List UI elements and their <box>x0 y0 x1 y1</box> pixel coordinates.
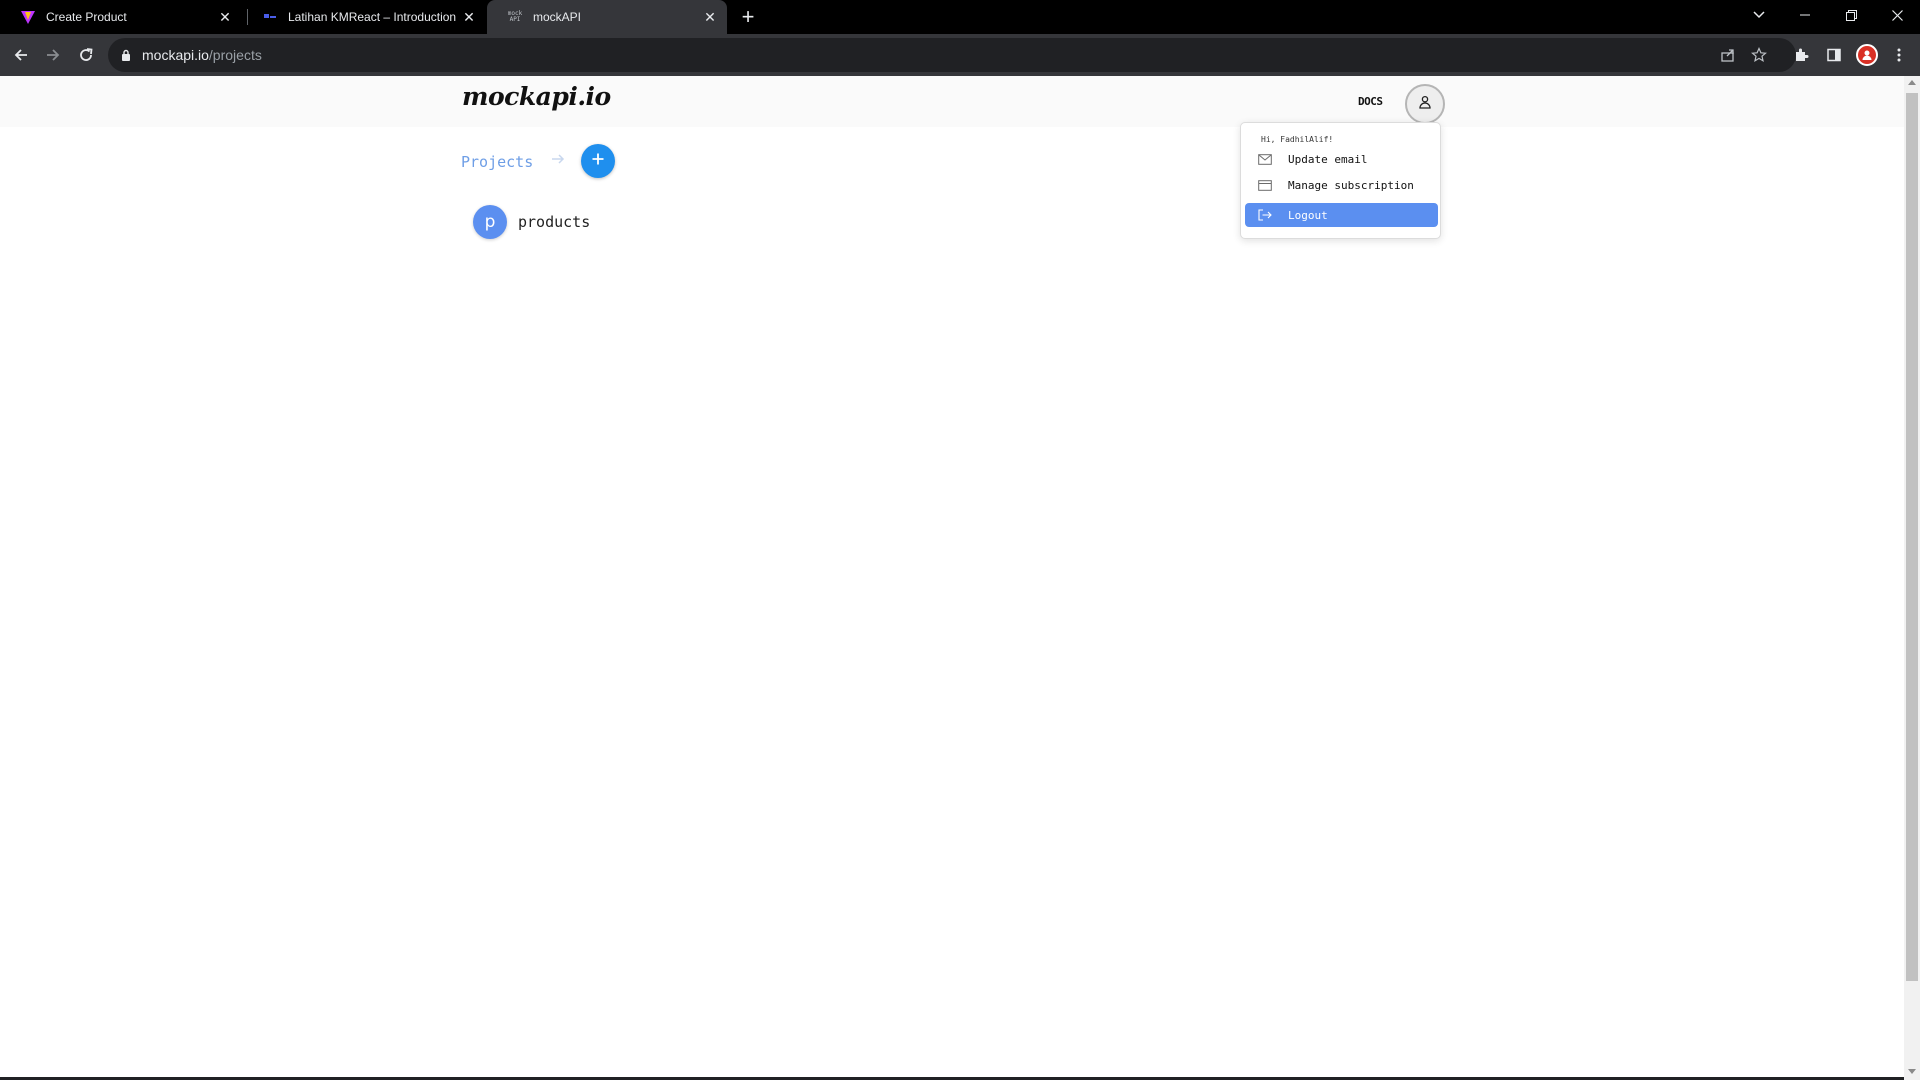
tab-title: Latihan KMReact – Introduction <box>288 10 457 24</box>
close-tab-icon[interactable]: ✕ <box>214 6 236 28</box>
share-icon[interactable] <box>1719 46 1737 64</box>
close-tab-icon[interactable]: ✕ <box>699 6 721 28</box>
breadcrumb-projects[interactable]: Projects <box>461 153 533 171</box>
menu-item-logout[interactable]: Logout <box>1245 203 1438 227</box>
address-bar[interactable]: mockapi.io/projects <box>108 38 1796 72</box>
scroll-up-icon[interactable] <box>1908 80 1916 85</box>
vite-icon <box>20 9 36 25</box>
scroll-down-icon[interactable] <box>1908 1069 1916 1074</box>
add-project-button[interactable] <box>581 144 615 178</box>
url-host: mockapi.io <box>142 47 209 63</box>
site-header: mockapi.io DOCS <box>0 76 1904 127</box>
menu-item-manage-subscription[interactable]: Manage subscription <box>1245 173 1438 197</box>
scrollbar-thumb[interactable] <box>1906 93 1918 981</box>
lock-icon <box>121 48 131 66</box>
close-window-icon[interactable] <box>1874 0 1920 30</box>
logout-icon <box>1257 207 1273 223</box>
new-tab-button[interactable]: + <box>736 4 760 29</box>
page-content: mockapi.io DOCS Projects p products Hi, … <box>0 76 1904 1080</box>
tab-title: mockAPI <box>533 10 582 24</box>
menu-item-label: Logout <box>1288 208 1328 222</box>
menu-item-label: Manage subscription <box>1288 178 1414 192</box>
bookmark-star-icon[interactable] <box>1750 46 1768 64</box>
project-name[interactable]: products <box>518 213 590 231</box>
page-scrollbar[interactable] <box>1904 76 1920 1080</box>
project-avatar: p <box>473 205 507 239</box>
url-text: mockapi.io/projects <box>142 47 262 63</box>
page-icon <box>262 9 278 25</box>
url-path: /projects <box>208 47 262 63</box>
plus-icon <box>592 152 604 170</box>
tab-title: Create Product <box>46 10 127 24</box>
mockapi-icon: mock API <box>507 10 523 23</box>
user-greeting: Hi, FadhilAlif! <box>1261 135 1334 144</box>
mockapi-logo[interactable]: mockapi.io <box>462 82 611 111</box>
forward-icon[interactable] <box>41 43 65 67</box>
user-dropdown-menu: Hi, FadhilAlif! Update email Manage subs… <box>1240 122 1441 239</box>
docs-link[interactable]: DOCS <box>1358 95 1383 108</box>
browser-profile-avatar[interactable] <box>1856 44 1878 66</box>
side-panel-icon[interactable] <box>1822 43 1846 67</box>
credit-card-icon <box>1257 177 1273 193</box>
browser-tabstrip: Create Product ✕ Latihan KMReact – Intro… <box>0 0 1920 34</box>
menu-item-update-email[interactable]: Update email <box>1245 147 1438 171</box>
user-icon <box>1418 95 1432 114</box>
restore-icon[interactable] <box>1828 0 1874 30</box>
user-menu-button[interactable] <box>1405 84 1445 124</box>
tab-latihan[interactable]: Latihan KMReact – Introduction ✕ <box>242 0 486 34</box>
extensions-icon[interactable] <box>1789 43 1813 67</box>
mail-icon <box>1257 151 1273 167</box>
tab-mockapi[interactable]: mock API mockAPI ✕ <box>487 0 727 34</box>
browser-toolbar: mockapi.io/projects <box>0 34 1920 76</box>
menu-item-label: Update email <box>1288 152 1368 166</box>
tab-search-icon[interactable] <box>1736 0 1782 30</box>
back-icon[interactable] <box>9 43 33 67</box>
tab-create-product[interactable]: Create Product ✕ <box>0 0 242 34</box>
project-item[interactable]: p products <box>473 205 590 239</box>
minimize-icon[interactable] <box>1782 0 1828 30</box>
arrow-right-icon <box>550 151 566 172</box>
reload-icon[interactable] <box>74 43 98 67</box>
browser-menu-icon[interactable] <box>1887 43 1911 67</box>
close-tab-icon[interactable]: ✕ <box>458 6 480 28</box>
